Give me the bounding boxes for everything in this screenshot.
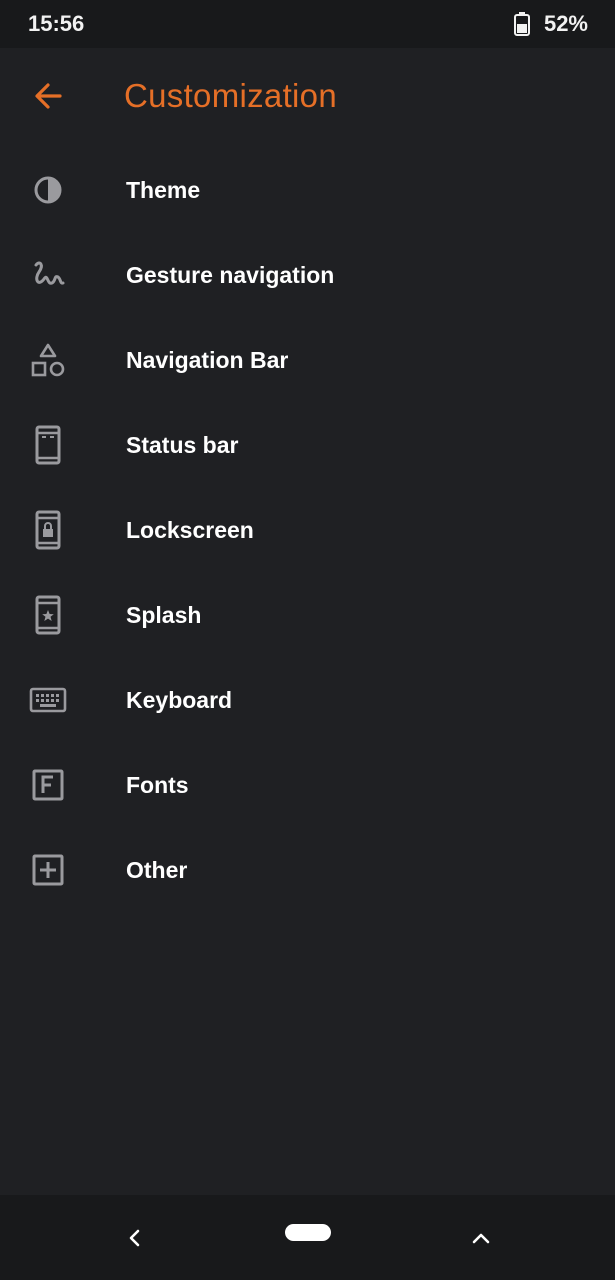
menu-item-label: Splash [126, 602, 202, 628]
battery-icon [513, 12, 530, 36]
page-title: Customization [124, 77, 337, 114]
menu-item-label: Other [126, 857, 188, 883]
gesture-icon [34, 261, 65, 285]
font-icon [32, 769, 64, 801]
status-time: 15:56 [28, 11, 85, 36]
menu-item-keyboard[interactable]: Keyboard [0, 658, 615, 743]
battery-percent: 52% [543, 11, 588, 36]
menu-item-label: Keyboard [126, 687, 233, 713]
plus-box-icon [32, 854, 64, 886]
menu-item-other[interactable]: Other [0, 828, 615, 913]
home-pill-icon[interactable] [285, 1224, 331, 1241]
arrow-left-icon [35, 83, 62, 109]
settings-list: Theme Gesture navigation Navigation Bar [0, 148, 615, 913]
chevron-up-icon [472, 1233, 490, 1244]
menu-item-label: Navigation Bar [126, 347, 289, 373]
keyboard-icon [29, 687, 67, 713]
menu-item-status-bar[interactable]: Status bar [0, 403, 615, 488]
phone-star-icon [35, 595, 61, 635]
nav-overview-button[interactable] [466, 1223, 496, 1253]
phone-lock-icon [35, 510, 61, 550]
menu-item-theme[interactable]: Theme [0, 148, 615, 233]
menu-item-splash[interactable]: Splash [0, 573, 615, 658]
menu-item-label: Theme [126, 177, 201, 203]
app-bar: Customization [0, 48, 615, 146]
phone-status-icon [35, 425, 61, 465]
back-button[interactable] [24, 72, 72, 120]
system-nav-bar [0, 1195, 615, 1280]
menu-item-label: Status bar [126, 432, 239, 458]
chevron-left-icon [129, 1229, 140, 1247]
theme-icon [34, 176, 62, 204]
shapes-icon [31, 343, 65, 377]
status-right: 52% [513, 10, 588, 38]
menu-item-label: Gesture navigation [126, 262, 335, 288]
menu-item-lockscreen[interactable]: Lockscreen [0, 488, 615, 573]
menu-item-navigation-bar[interactable]: Navigation Bar [0, 318, 615, 403]
menu-item-label: Fonts [126, 772, 189, 798]
menu-item-fonts[interactable]: Fonts [0, 743, 615, 828]
menu-item-label: Lockscreen [126, 517, 254, 543]
nav-back-button[interactable] [120, 1223, 150, 1253]
status-bar: 15:56 52% [0, 0, 615, 48]
menu-item-gesture-navigation[interactable]: Gesture navigation [0, 233, 615, 318]
